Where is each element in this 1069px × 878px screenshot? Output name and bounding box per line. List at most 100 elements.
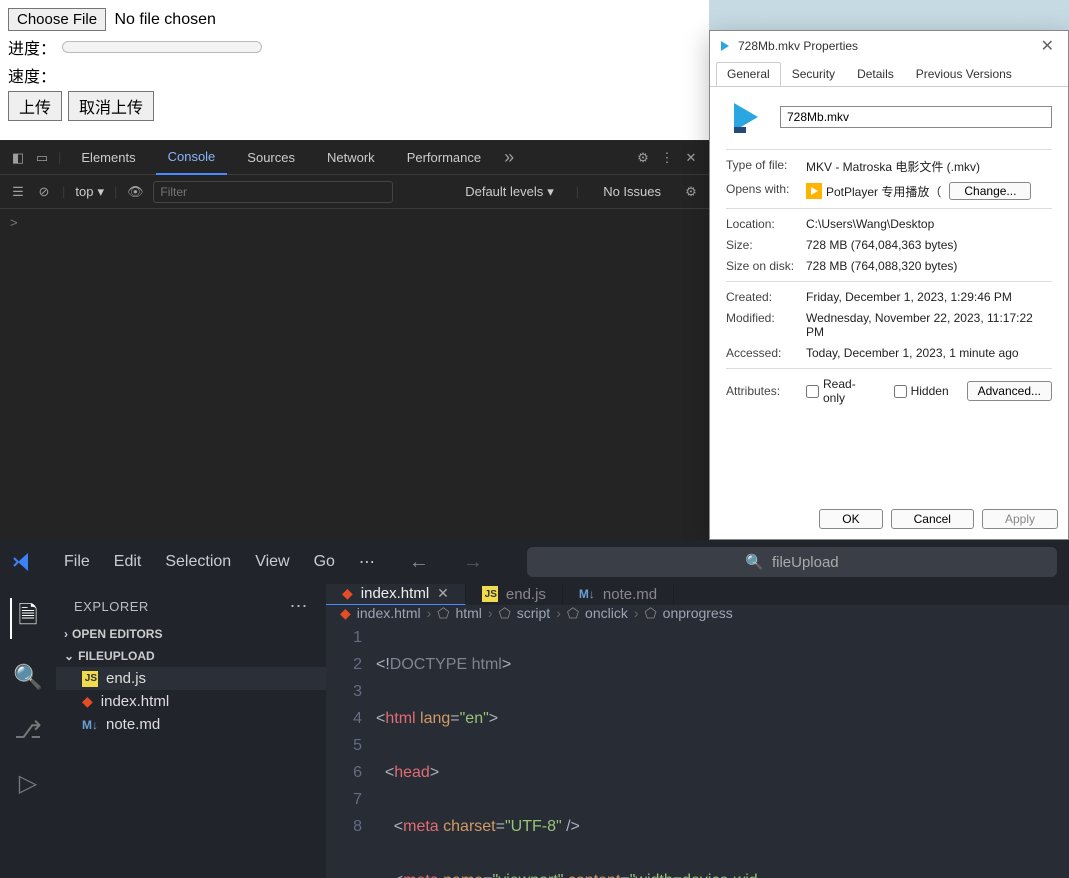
browser-page: Choose File No file chosen 进度： 速度： 上传 取消… xyxy=(0,0,709,140)
tab-general[interactable]: General xyxy=(716,62,781,86)
chevron-down-icon: ▾ xyxy=(97,184,104,200)
progress-label: 进度： xyxy=(8,35,56,59)
tab-note-md[interactable]: M↓note.md xyxy=(563,584,674,605)
tab-details[interactable]: Details xyxy=(846,62,905,86)
close-icon[interactable]: ✕ xyxy=(1035,36,1060,56)
more-tabs-icon[interactable]: » xyxy=(501,150,517,166)
console-settings-icon[interactable]: ⚙ xyxy=(683,184,699,200)
created-value: Friday, December 1, 2023, 1:29:46 PM xyxy=(806,290,1052,304)
menu-more-icon[interactable]: ⋯ xyxy=(359,552,375,572)
breadcrumb[interactable]: ◆index.html ›⬠html ›⬠script ›⬠onclick ›⬠… xyxy=(326,605,1069,622)
size-on-disk-label: Size on disk: xyxy=(726,259,806,273)
clear-console-icon[interactable]: ⊘ xyxy=(36,184,52,200)
console-body[interactable]: > xyxy=(0,209,709,236)
tab-elements[interactable]: Elements xyxy=(69,141,147,175)
type-label: Type of file: xyxy=(726,158,806,175)
tab-security[interactable]: Security xyxy=(781,62,846,86)
tab-index-html[interactable]: ◆index.html✕ xyxy=(326,584,466,605)
context-selector[interactable]: top ▾ xyxy=(75,184,104,200)
apply-button[interactable]: Apply xyxy=(982,509,1058,529)
code-lines[interactable]: <!DOCTYPE html> <html lang="en"> <head> … xyxy=(376,624,1069,876)
tab-performance[interactable]: Performance xyxy=(395,141,493,175)
explorer-icon[interactable]: 🗎 xyxy=(10,598,37,639)
command-center[interactable]: 🔍 fileUpload xyxy=(527,547,1057,577)
activity-bar: 🗎 🔍 ⎇ ▷ xyxy=(0,584,56,878)
console-prompt: > xyxy=(10,215,18,230)
search-icon[interactable]: 🔍 xyxy=(13,663,43,692)
accessed-value: Today, December 1, 2023, 1 minute ago xyxy=(806,346,1052,360)
change-button[interactable]: Change... xyxy=(949,182,1031,200)
tab-previous-versions[interactable]: Previous Versions xyxy=(905,62,1023,86)
devtools-tabbar: ◧ ▭ | Elements Console Sources Network P… xyxy=(0,141,709,175)
file-index-html[interactable]: ◆index.html xyxy=(56,690,326,713)
cancel-button[interactable]: Cancel xyxy=(891,509,974,529)
explorer-more-icon[interactable]: ⋯ xyxy=(290,596,309,617)
html-file-icon: ◆ xyxy=(82,693,93,710)
location-label: Location: xyxy=(726,217,806,231)
close-tab-icon[interactable]: ✕ xyxy=(437,585,449,602)
editor-area: ◆index.html✕ JSend.js M↓note.md ◆index.h… xyxy=(326,584,1069,878)
line-gutter: 12345678 xyxy=(326,624,376,876)
chevron-right-icon: › xyxy=(64,627,68,641)
cancel-upload-button[interactable]: 取消上传 xyxy=(68,91,154,121)
menu-view[interactable]: View xyxy=(255,553,289,571)
file-note-md[interactable]: M↓note.md xyxy=(56,713,326,736)
ok-button[interactable]: OK xyxy=(819,509,882,529)
filter-input[interactable] xyxy=(153,181,393,203)
explorer-sidebar: EXPLORER ⋯ ›OPEN EDITORS ⌄FILEUPLOAD JSe… xyxy=(56,584,326,878)
no-file-text: No file chosen xyxy=(115,11,216,28)
js-file-icon: JS xyxy=(482,586,498,602)
inspect-icon[interactable]: ◧ xyxy=(10,150,26,166)
tab-network[interactable]: Network xyxy=(315,141,387,175)
properties-tabs: General Security Details Previous Versio… xyxy=(710,61,1068,87)
source-control-icon[interactable]: ⎇ xyxy=(14,716,42,745)
nav-back-icon[interactable]: ← xyxy=(409,551,429,574)
accessed-label: Accessed: xyxy=(726,346,806,360)
folder-section[interactable]: ⌄FILEUPLOAD xyxy=(56,645,326,667)
file-icon xyxy=(718,39,732,53)
kebab-icon[interactable]: ⋮ xyxy=(659,150,675,166)
chevron-down-icon: ⌄ xyxy=(64,649,74,663)
run-debug-icon[interactable]: ▷ xyxy=(19,769,37,798)
type-value: MKV - Matroska 电影文件 (.mkv) xyxy=(806,158,1052,175)
vscode-body: 🗎 🔍 ⎇ ▷ EXPLORER ⋯ ›OPEN EDITORS ⌄FILEUP… xyxy=(0,584,1069,878)
no-issues-text[interactable]: No Issues xyxy=(603,184,661,199)
log-levels-dropdown[interactable]: Default levels ▾ xyxy=(465,184,554,200)
menu-selection[interactable]: Selection xyxy=(165,553,231,571)
open-editors-section[interactable]: ›OPEN EDITORS xyxy=(56,623,326,645)
editor-tabs: ◆index.html✕ JSend.js M↓note.md xyxy=(326,584,1069,605)
dialog-title: 728Mb.mkv Properties xyxy=(738,39,858,53)
sidebar-toggle-icon[interactable]: ☰ xyxy=(10,184,26,200)
symbol-icon: ⬠ xyxy=(437,605,449,622)
symbol-icon: ⬠ xyxy=(645,605,657,622)
md-file-icon: M↓ xyxy=(82,718,98,732)
opens-with-label: Opens with: xyxy=(726,182,806,200)
readonly-checkbox[interactable]: Read-only xyxy=(806,377,876,405)
size-on-disk-value: 728 MB (764,088,320 bytes) xyxy=(806,259,1052,273)
hidden-checkbox[interactable]: Hidden xyxy=(894,384,949,398)
upload-button[interactable]: 上传 xyxy=(8,91,62,121)
filename-input[interactable] xyxy=(780,106,1052,128)
nav-forward-icon[interactable]: → xyxy=(463,551,483,574)
menu-edit[interactable]: Edit xyxy=(114,553,142,571)
advanced-button[interactable]: Advanced... xyxy=(967,381,1052,401)
code-editor[interactable]: 12345678 <!DOCTYPE html> <html lang="en"… xyxy=(326,622,1069,878)
file-type-icon xyxy=(726,97,766,137)
tab-sources[interactable]: Sources xyxy=(235,141,307,175)
eye-icon[interactable]: 👁 xyxy=(127,184,143,200)
explorer-title: EXPLORER xyxy=(74,599,149,614)
file-end-js[interactable]: JSend.js xyxy=(56,667,326,690)
device-toggle-icon[interactable]: ▭ xyxy=(34,150,50,166)
choose-file-button[interactable]: Choose File xyxy=(8,8,106,31)
close-devtools-icon[interactable]: ✕ xyxy=(683,150,699,166)
location-value: C:\Users\Wang\Desktop xyxy=(806,217,1052,231)
tab-end-js[interactable]: JSend.js xyxy=(466,584,563,605)
dialog-titlebar[interactable]: 728Mb.mkv Properties ✕ xyxy=(710,31,1068,61)
opens-with-value: PotPlayer 专用播放（Change... xyxy=(806,182,1052,200)
settings-icon[interactable]: ⚙ xyxy=(635,150,651,166)
tab-console[interactable]: Console xyxy=(156,141,228,175)
menu-file[interactable]: File xyxy=(64,553,90,571)
menu-go[interactable]: Go xyxy=(314,553,335,571)
attributes-label: Attributes: xyxy=(726,384,806,398)
size-label: Size: xyxy=(726,238,806,252)
